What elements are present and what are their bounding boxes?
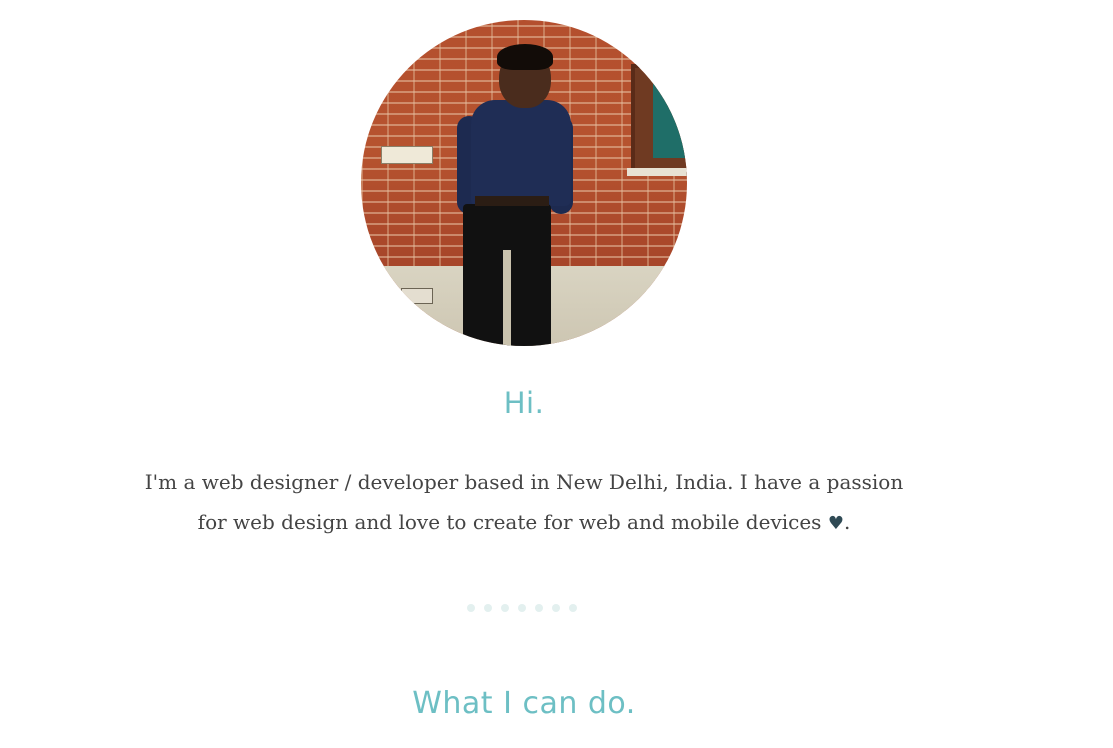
intro-text: I'm a web designer / developer based in … [144, 470, 904, 534]
skills-heading: What I can do. [412, 686, 636, 721]
person-legs-gap [503, 250, 511, 346]
divider-dot [484, 604, 492, 612]
divider-dot [501, 604, 509, 612]
divider-dot [569, 604, 577, 612]
wall-socket [401, 288, 433, 304]
intro-end: . [843, 510, 851, 534]
profile-avatar [361, 20, 687, 346]
greeting-heading: Hi. [503, 386, 545, 420]
window-sill [627, 168, 687, 176]
heart-icon: ♥ [827, 513, 844, 534]
switch-plate [381, 146, 433, 164]
window-glass [653, 78, 687, 158]
divider-dot [552, 604, 560, 612]
window [631, 64, 687, 176]
section-divider [467, 604, 577, 612]
intro-paragraph: I'm a web designer / developer based in … [138, 462, 910, 544]
person-shirt [471, 100, 571, 206]
divider-dot [535, 604, 543, 612]
person-belt [475, 196, 549, 206]
person-hair [497, 44, 553, 70]
portfolio-page: Hi. I'm a web designer / developer based… [0, 0, 1113, 748]
divider-dot [467, 604, 475, 612]
divider-dot [518, 604, 526, 612]
